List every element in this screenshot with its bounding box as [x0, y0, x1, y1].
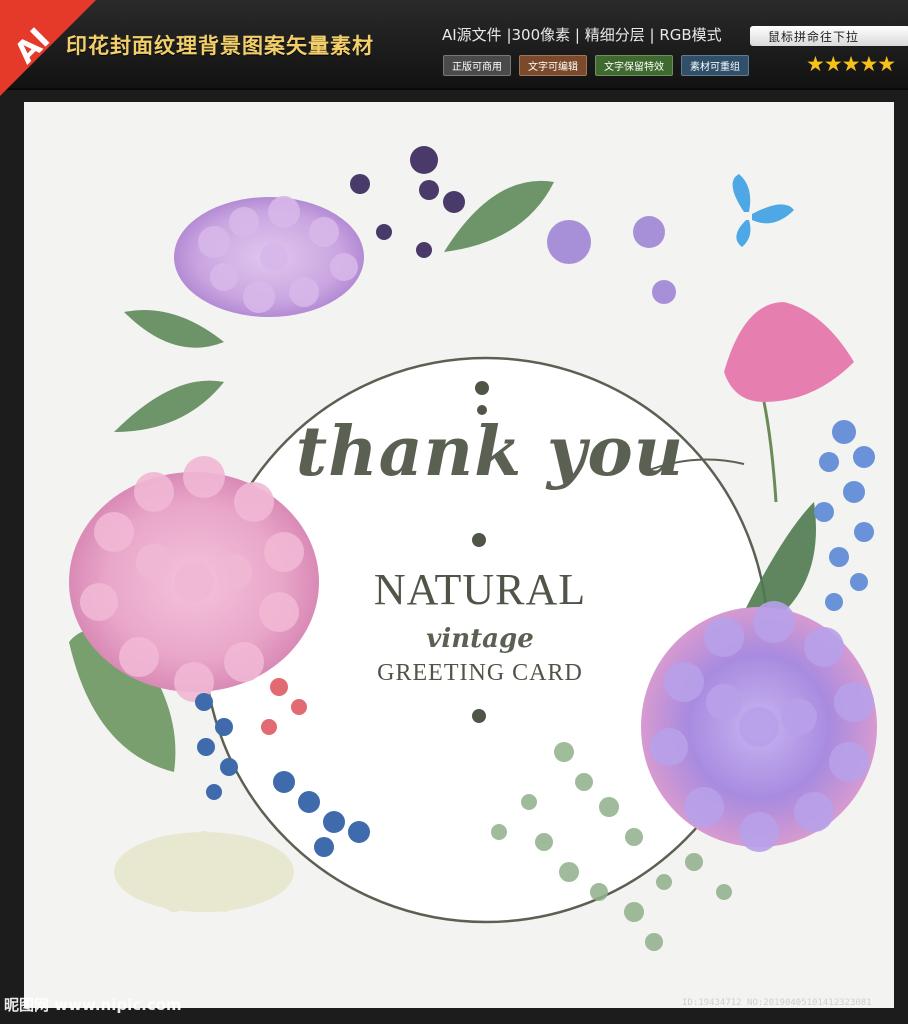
tag-recombinable: 素材可重组 [681, 55, 749, 76]
hydrangea-lilac-top-left [174, 196, 364, 317]
blackberries [350, 146, 465, 258]
headline-thank-you: thank you [295, 412, 685, 492]
feature-tags: 正版可商用 文字可编辑 文字保留特效 素材可重组 [443, 55, 749, 76]
watermark-site: 昵图网 www.nipic.com [4, 996, 182, 1014]
watermark-id: ID:19434712 NO:20190405101412323081 [682, 998, 872, 1008]
rating-stars: ★★★★★ [806, 52, 896, 76]
purple-flowers-top [547, 216, 676, 304]
tag-editable-text: 文字可编辑 [519, 55, 587, 76]
card-line-vintage: vintage [426, 624, 534, 654]
card-line-greeting: GREETING CARD [377, 660, 583, 686]
leaf-top-left [124, 310, 224, 348]
leaf-top-center [444, 180, 554, 252]
blue-butterfly [732, 174, 794, 247]
top-banner: AI 印花封面纹理背景图案矢量素材 AI源文件 |300像素 | 精细分层 | … [0, 0, 908, 96]
ornament-dot-top [475, 381, 489, 395]
greeting-card: thank you NATURAL vintage GREETING CARD [24, 102, 894, 1008]
card-line-natural: NATURAL [373, 565, 587, 614]
leaf-left-mid [114, 380, 224, 432]
white-yarrow [114, 831, 294, 912]
scroll-tip-button[interactable]: 鼠标拼命往下拉 [750, 26, 908, 46]
banner-title: 印花封面纹理背景图案矢量素材 [66, 34, 374, 58]
ornament-dot-bottom [472, 709, 486, 723]
tag-text-effects: 文字保留特效 [595, 55, 673, 76]
ornament-dot-mid [472, 533, 486, 547]
blue-delphinium-right [814, 420, 875, 611]
pink-lily-right [724, 302, 854, 503]
tag-commercial: 正版可商用 [443, 55, 511, 76]
floral-wreath-illustration [69, 146, 877, 951]
spec-line: AI源文件 |300像素 | 精细分层 | RGB模式 [442, 26, 722, 44]
